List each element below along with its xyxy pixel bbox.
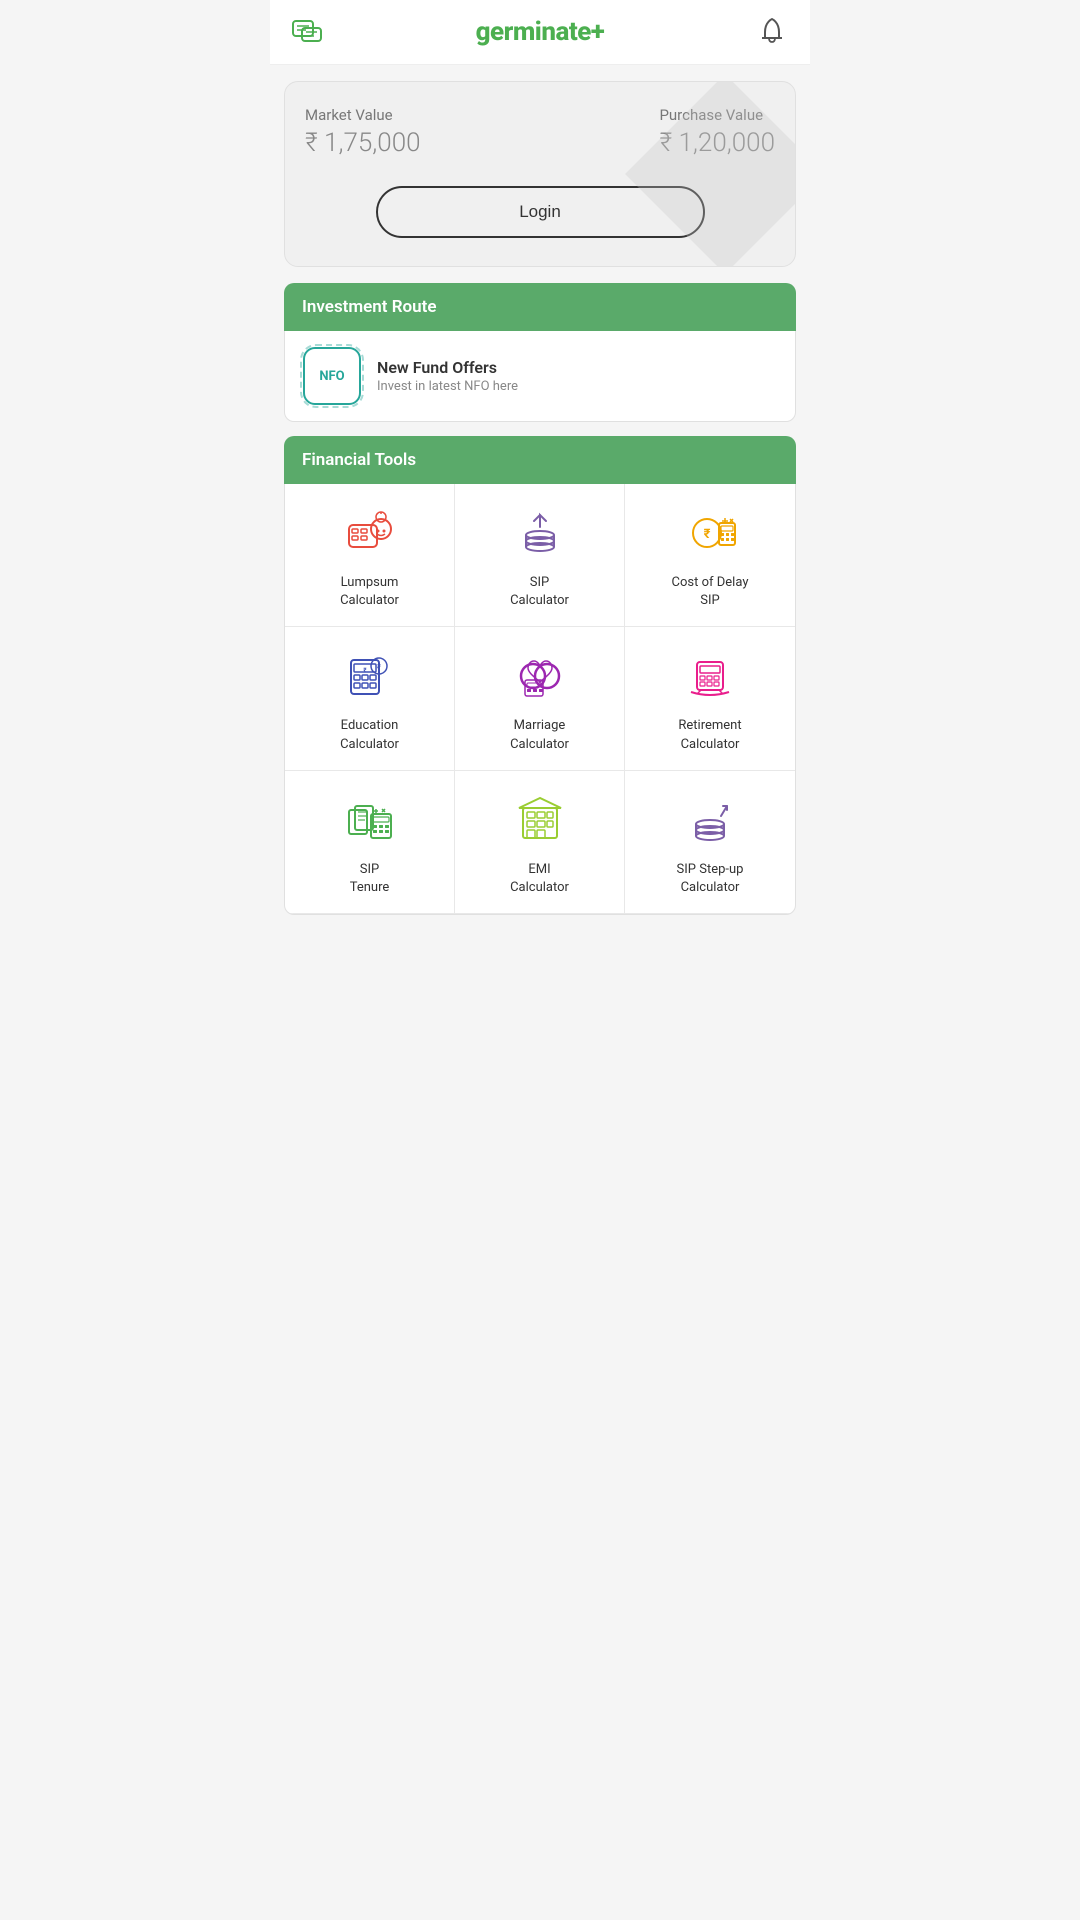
sip-tenure-cell[interactable]: SIPTenure <box>285 771 455 914</box>
sip-stepup-calculator-cell[interactable]: SIP Step-upCalculator <box>625 771 795 914</box>
retirement-icon <box>680 647 740 707</box>
financial-tools-title: Financial Tools <box>302 450 416 470</box>
purchase-value-label: Purchase Value <box>659 106 775 124</box>
lumpsum-calculator-cell[interactable]: LumpsumCalculator <box>285 484 455 627</box>
svg-text:₹: ₹ <box>376 663 380 672</box>
login-button[interactable]: Login <box>376 186 705 238</box>
sip-tenure-icon <box>340 791 400 851</box>
nfo-badge-text: NFO <box>319 369 344 384</box>
emi-icon <box>510 791 570 851</box>
purchase-value-item: Purchase Value ₹ 1,20,000 <box>659 106 775 158</box>
retirement-calculator-cell[interactable]: RetirementCalculator <box>625 627 795 770</box>
education-calculator-cell[interactable]: ₹ ₹ EducationCalculator <box>285 627 455 770</box>
sip-calculator-icon <box>510 504 570 564</box>
investment-route-title: Investment Route <box>302 297 437 317</box>
logo-text: germinate <box>476 17 591 47</box>
nfo-subtitle: Invest in latest NFO here <box>377 379 518 394</box>
cost-of-delay-sip-label: Cost of DelaySIP <box>672 574 749 610</box>
chat-button[interactable] <box>290 14 326 50</box>
financial-tools-header: Financial Tools <box>284 436 796 484</box>
lumpsum-icon <box>340 504 400 564</box>
cost-of-delay-sip-cell[interactable]: ₹ Cost of DelaySIP <box>625 484 795 627</box>
purchase-value-amount: ₹ 1,20,000 <box>659 128 775 158</box>
market-value-label: Market Value <box>305 106 421 124</box>
marriage-calculator-label: MarriageCalculator <box>510 717 569 753</box>
sip-calculator-label: SIPCalculator <box>510 574 569 610</box>
app-header: germinate+ <box>270 0 810 65</box>
logo-plus: + <box>591 17 605 47</box>
sip-stepup-calculator-label: SIP Step-upCalculator <box>677 861 744 897</box>
portfolio-values: Market Value ₹ 1,75,000 Purchase Value ₹… <box>305 106 775 158</box>
sip-calculator-cell[interactable]: SIPCalculator <box>455 484 625 627</box>
nfo-title: New Fund Offers <box>377 358 518 377</box>
portfolio-card: Market Value ₹ 1,75,000 Purchase Value ₹… <box>284 81 796 267</box>
svg-text:₹: ₹ <box>363 667 367 674</box>
nfo-badge: NFO <box>303 347 361 405</box>
app-logo: germinate+ <box>476 17 605 47</box>
sip-stepup-icon <box>680 791 740 851</box>
investment-route-header: Investment Route <box>284 283 796 331</box>
marriage-icon <box>510 647 570 707</box>
nfo-text: New Fund Offers Invest in latest NFO her… <box>377 358 518 394</box>
lumpsum-calculator-label: LumpsumCalculator <box>340 574 399 610</box>
education-icon: ₹ ₹ <box>340 647 400 707</box>
education-calculator-label: EducationCalculator <box>340 717 399 753</box>
market-value-amount: ₹ 1,75,000 <box>305 128 421 158</box>
bell-icon <box>758 17 786 47</box>
notification-button[interactable] <box>754 14 790 50</box>
svg-text:₹: ₹ <box>704 527 711 542</box>
financial-tools-section: Financial Tools <box>284 436 796 915</box>
emi-calculator-label: EMICalculator <box>510 861 569 897</box>
sip-tenure-label: SIPTenure <box>350 861 390 897</box>
chat-icon <box>291 15 325 49</box>
retirement-calculator-label: RetirementCalculator <box>678 717 741 753</box>
cost-of-delay-icon: ₹ <box>680 504 740 564</box>
tools-grid: LumpsumCalculator SIPCalc <box>284 484 796 915</box>
market-value-item: Market Value ₹ 1,75,000 <box>305 106 421 158</box>
emi-calculator-cell[interactable]: EMICalculator <box>455 771 625 914</box>
nfo-item[interactable]: NFO New Fund Offers Invest in latest NFO… <box>284 331 796 422</box>
marriage-calculator-cell[interactable]: MarriageCalculator <box>455 627 625 770</box>
